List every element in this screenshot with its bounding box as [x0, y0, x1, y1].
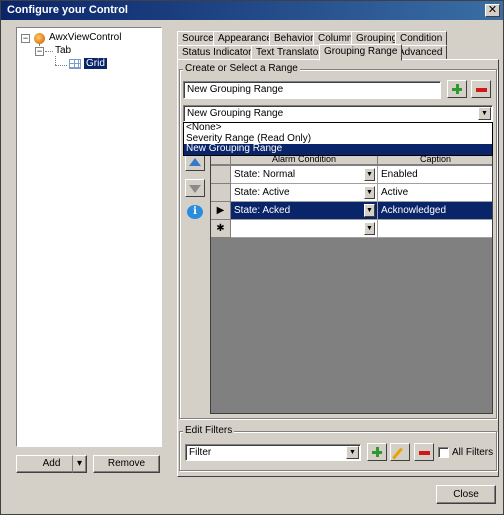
chevron-down-icon[interactable]: ▼: [346, 446, 359, 459]
tab-behavior[interactable]: Behavior: [269, 31, 319, 46]
minus-icon: [476, 88, 487, 92]
alarm-condition-value: State: Acked: [234, 205, 291, 216]
tab-status-indicator[interactable]: Status Indicator: [177, 45, 257, 60]
range-option[interactable]: <None>: [184, 122, 492, 134]
caption-cell[interactable]: Active: [378, 184, 492, 202]
close-window-icon[interactable]: ✕: [485, 4, 500, 17]
tree-connector: [55, 56, 56, 65]
tree-node-root[interactable]: AwxViewControl: [49, 31, 121, 45]
delete-range-button[interactable]: [471, 80, 491, 98]
alarm-condition-cell[interactable]: State: Acked ▼: [231, 202, 378, 220]
filters-group-title: Edit Filters: [183, 425, 235, 437]
remove-button[interactable]: Remove: [93, 455, 160, 473]
chevron-down-icon[interactable]: ▼: [364, 204, 375, 217]
condition-grid[interactable]: Alarm Condition Caption State: Normal ▼ …: [210, 153, 493, 414]
control-tree[interactable]: − AwxViewControl − Tab Grid: [16, 27, 162, 447]
table-row[interactable]: State: Active ▼ Active: [211, 184, 492, 202]
tree-collapse-icon[interactable]: −: [35, 47, 44, 56]
add-filter-button[interactable]: [367, 443, 387, 461]
tree-collapse-icon[interactable]: −: [21, 34, 30, 43]
table-row[interactable]: ▶ State: Acked ▼ Acknowledged: [211, 202, 492, 220]
range-select-value: New Grouping Range: [187, 108, 284, 119]
arrow-down-icon: [189, 185, 201, 193]
tab-appearance[interactable]: Appearance: [213, 31, 277, 46]
all-filters-label: All Filters: [452, 447, 494, 458]
delete-filter-button[interactable]: [414, 443, 434, 461]
tree-node-tab[interactable]: Tab: [55, 44, 71, 58]
add-button-label: Add: [42, 458, 61, 469]
caption-cell[interactable]: [378, 220, 492, 238]
row-header[interactable]: [211, 166, 231, 184]
tab-condition[interactable]: Condition: [395, 31, 448, 46]
tree-connector: [55, 65, 67, 66]
move-down-button[interactable]: [185, 179, 205, 197]
chevron-down-icon[interactable]: ▼: [364, 186, 375, 199]
chevron-down-icon[interactable]: ▼: [478, 107, 491, 120]
range-dropdown-list[interactable]: <None> Severity Range (Read Only) New Gr…: [183, 122, 493, 156]
add-dropdown-button[interactable]: ▾: [72, 455, 87, 473]
close-button-label: Close: [453, 489, 479, 500]
filter-select-value: Filter: [189, 447, 212, 458]
all-filters-checkbox[interactable]: [438, 447, 449, 458]
awx-control-icon: [34, 33, 45, 44]
remove-button-label: Remove: [107, 458, 146, 469]
tree-connector: [45, 51, 53, 52]
edit-filter-button[interactable]: [390, 443, 410, 461]
alarm-condition-cell[interactable]: State: Normal ▼: [231, 166, 378, 184]
tree-node-grid-label: Grid: [84, 58, 107, 69]
add-range-button[interactable]: [447, 80, 467, 98]
info-icon[interactable]: i: [187, 205, 203, 219]
range-select[interactable]: New Grouping Range ▼: [183, 105, 493, 122]
new-row-icon[interactable]: ✱: [211, 220, 231, 238]
caption-cell[interactable]: Acknowledged: [378, 202, 492, 220]
plus-icon: [452, 84, 462, 94]
table-row[interactable]: State: Normal ▼ Enabled: [211, 166, 492, 184]
range-group-title: Create or Select a Range: [183, 63, 300, 75]
close-button[interactable]: Close: [436, 485, 496, 504]
range-name-input[interactable]: New Grouping Range: [183, 81, 441, 99]
alarm-condition-cell[interactable]: State: Active ▼: [231, 184, 378, 202]
chevron-down-icon[interactable]: ▼: [364, 222, 375, 235]
caption-cell[interactable]: Enabled: [378, 166, 492, 184]
configure-dialog: Configure your Control ✕ − AwxViewContro…: [0, 0, 504, 515]
chevron-down-icon: ▾: [76, 458, 83, 469]
window-title: Configure your Control: [7, 4, 128, 16]
plus-icon: [372, 447, 382, 457]
minus-icon: [419, 451, 430, 455]
pencil-icon: [392, 447, 403, 460]
arrow-up-icon: [189, 158, 201, 166]
tree-node-grid[interactable]: Grid: [84, 57, 107, 71]
alarm-condition-cell[interactable]: ▼: [231, 220, 378, 238]
row-header-current[interactable]: ▶: [211, 202, 231, 220]
table-row-new[interactable]: ✱ ▼: [211, 220, 492, 238]
grid-icon: [69, 59, 81, 69]
tab-text-translator[interactable]: Text Translator: [251, 45, 327, 60]
alarm-condition-value: State: Normal: [234, 169, 296, 180]
title-bar: Configure your Control ✕: [1, 1, 503, 20]
chevron-down-icon[interactable]: ▼: [364, 168, 375, 181]
range-option[interactable]: New Grouping Range: [184, 143, 492, 155]
tab-grouping-range[interactable]: Grouping Range: [319, 44, 403, 61]
alarm-condition-value: State: Active: [234, 187, 290, 198]
row-header[interactable]: [211, 184, 231, 202]
filter-select[interactable]: Filter ▼: [185, 444, 361, 461]
